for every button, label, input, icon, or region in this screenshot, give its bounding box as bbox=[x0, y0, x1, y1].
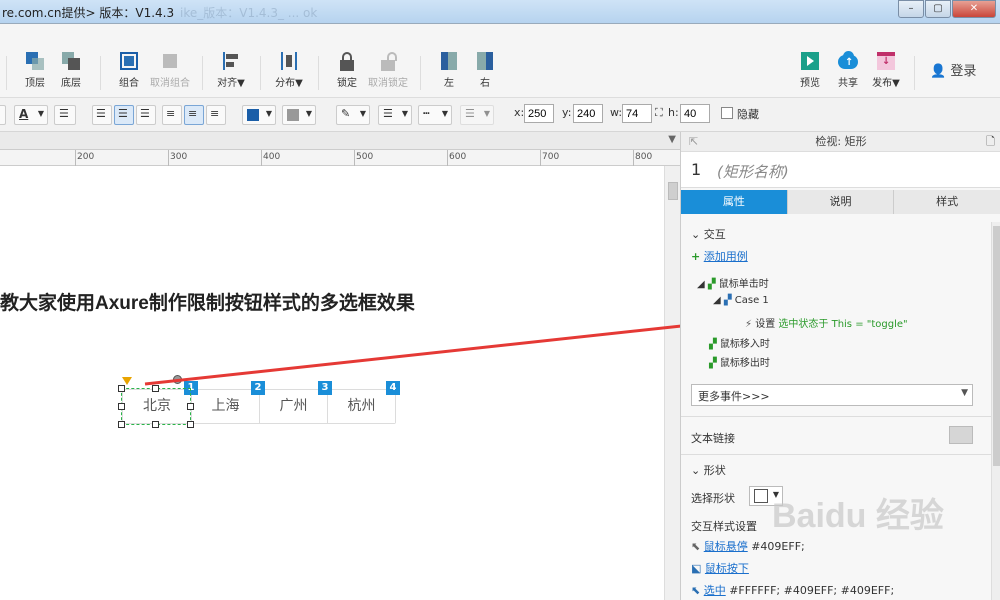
event-icon: ▞ bbox=[707, 279, 716, 290]
tab-properties[interactable]: 属性 bbox=[681, 190, 788, 214]
chevron-down-icon: ⌄ bbox=[691, 228, 701, 241]
inspector-title: ⇱ 检视: 矩形 🗋 bbox=[681, 132, 1000, 152]
baidu-watermark: Baidu 经验 bbox=[772, 497, 944, 535]
expand-icon: ◢ bbox=[697, 279, 705, 290]
collapse-icon[interactable]: ⇱ bbox=[689, 132, 698, 152]
action-row[interactable]: ⚡ 设置 选中状态于 This = "toggle" bbox=[745, 315, 908, 330]
hover-style-link[interactable]: 鼠标悬停 bbox=[704, 540, 748, 553]
event-mouse-enter[interactable]: ▞ 鼠标移入时 bbox=[709, 335, 770, 350]
case-row[interactable]: ◢ ▞ Case 1 bbox=[713, 295, 769, 306]
lightning-icon: ⚡ bbox=[745, 319, 753, 330]
event-mouse-enter-label: 鼠标移入时 bbox=[719, 339, 770, 350]
action-prefix: 设置 bbox=[755, 319, 776, 330]
inspector-tabs: 属性 说明 样式 bbox=[681, 190, 1000, 214]
select-shape-label: 选择形状 bbox=[691, 492, 735, 505]
plus-icon: + bbox=[691, 250, 701, 263]
tab-notes[interactable]: 说明 bbox=[787, 190, 895, 214]
event-click[interactable]: ◢ ▞ 鼠标单击时 bbox=[697, 275, 769, 290]
tab-style[interactable]: 样式 bbox=[894, 190, 1000, 214]
case-label: Case 1 bbox=[734, 295, 769, 306]
event-icon: ▞ bbox=[709, 339, 717, 350]
interaction-title: 交互 bbox=[703, 228, 726, 241]
text-link-button[interactable] bbox=[949, 426, 973, 444]
chevron-down-icon: ▼ bbox=[961, 388, 968, 398]
case-icon: ▞ bbox=[723, 295, 732, 306]
event-click-label: 鼠标单击时 bbox=[718, 279, 769, 290]
interaction-style-title: 交互样式设置 bbox=[691, 520, 757, 533]
cursor-icon: ⬉ bbox=[691, 540, 701, 553]
page-icon[interactable]: 🗋 bbox=[986, 132, 995, 152]
event-mouse-leave-label: 鼠标移出时 bbox=[719, 358, 770, 369]
selected-style-link[interactable]: 选中 bbox=[704, 584, 726, 597]
more-events-dropdown[interactable]: 更多事件>>> ▼ bbox=[691, 384, 973, 406]
selected-style-value: #FFFFFF; #409EFF; #409EFF; bbox=[729, 584, 895, 597]
mousedown-style-link[interactable]: 鼠标按下 bbox=[705, 562, 749, 575]
text-link-label: 文本链接 bbox=[691, 432, 735, 445]
hover-style-value: #409EFF; bbox=[751, 540, 805, 553]
selected-icon: ⬉ bbox=[691, 584, 701, 597]
divider bbox=[681, 416, 991, 417]
selected-style-row: ⬉ 选中 #FFFFFF; #409EFF; #409EFF; bbox=[691, 582, 894, 598]
chevron-down-icon: ⌄ bbox=[691, 464, 701, 477]
event-icon: ▞ bbox=[709, 358, 717, 369]
rectangle-icon bbox=[754, 489, 768, 503]
shape-name-row[interactable]: 1 (矩形名称) bbox=[681, 152, 1000, 188]
shape-name[interactable]: (矩形名称) bbox=[717, 161, 789, 182]
event-mouse-leave[interactable]: ▞ 鼠标移出时 bbox=[709, 354, 770, 369]
mousedown-style-row: ⬕ 鼠标按下 bbox=[691, 560, 749, 576]
expand-icon: ◢ bbox=[713, 295, 721, 306]
panel-scrollbar[interactable] bbox=[991, 222, 1000, 600]
shape-number: 1 bbox=[691, 160, 702, 179]
mousedown-icon: ⬕ bbox=[691, 562, 702, 575]
more-events-value: 更多事件>>> bbox=[698, 390, 770, 403]
add-case-row[interactable]: + 添加用例 bbox=[691, 248, 748, 264]
add-case-link[interactable]: 添加用例 bbox=[704, 250, 748, 263]
inspector-title-text: 检视: 矩形 bbox=[815, 135, 867, 148]
divider bbox=[681, 454, 991, 455]
shape-title: 形状 bbox=[703, 464, 726, 477]
scrollbar-thumb[interactable] bbox=[993, 226, 1000, 466]
interaction-section-header[interactable]: ⌄ 交互 bbox=[691, 226, 726, 242]
hover-style-row: ⬉ 鼠标悬停 #409EFF; bbox=[691, 538, 805, 554]
arrow-line bbox=[144, 322, 701, 386]
action-detail: 选中状态于 This = "toggle" bbox=[778, 319, 908, 330]
shape-section-header[interactable]: ⌄ 形状 bbox=[691, 462, 726, 478]
